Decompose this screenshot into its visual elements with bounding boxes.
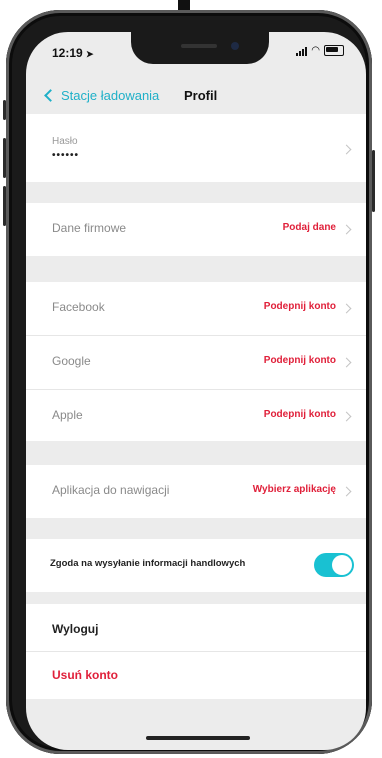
navigation-bar: Stacje ładowania Profil xyxy=(26,82,366,112)
status-icons: ◠ xyxy=(296,45,344,56)
company-row[interactable]: Dane firmowe Podaj dane xyxy=(26,203,366,256)
battery-icon xyxy=(324,45,344,56)
consent-label: Zgoda na wysyłanie informacji handlowych xyxy=(50,558,246,569)
google-label: Google xyxy=(52,354,91,368)
mute-switch xyxy=(3,100,6,120)
camera xyxy=(231,42,239,50)
password-label: Hasło xyxy=(52,136,78,147)
facebook-connect-link[interactable]: Podepnij konto xyxy=(264,301,336,312)
google-connect-link[interactable]: Podepnij konto xyxy=(264,355,336,366)
navigation-app-section: Aplikacja do nawigacji Wybierz aplikację xyxy=(26,465,366,518)
company-action[interactable]: Podaj dane xyxy=(283,222,336,233)
toggle-knob xyxy=(332,555,352,575)
back-button[interactable]: Stacje ładowania xyxy=(44,88,160,103)
navigation-app-action[interactable]: Wybierz aplikację xyxy=(253,484,336,495)
social-section: Facebook Podepnij konto Google Podepnij … xyxy=(26,282,366,441)
facebook-label: Facebook xyxy=(52,300,105,314)
chevron-right-icon xyxy=(341,144,352,155)
delete-account-button[interactable]: Usuń konto xyxy=(52,668,118,682)
home-indicator[interactable] xyxy=(146,736,250,740)
apple-connect-link[interactable]: Podepnij konto xyxy=(264,409,336,420)
password-value: •••••• xyxy=(52,150,80,161)
social-row-facebook[interactable]: Facebook Podepnij konto xyxy=(26,282,366,336)
signal-icon xyxy=(296,46,308,56)
chevron-right-icon xyxy=(341,411,352,422)
consent-row: Zgoda na wysyłanie informacji handlowych xyxy=(26,539,366,592)
apple-label: Apple xyxy=(52,408,83,422)
back-label: Stacje ładowania xyxy=(61,88,160,103)
power-button xyxy=(372,150,375,212)
page-title: Profil xyxy=(184,88,218,103)
speaker xyxy=(181,44,217,48)
company-section: Dane firmowe Podaj dane xyxy=(26,203,366,256)
location-arrow-icon: ➤ xyxy=(86,49,94,59)
volume-down-button xyxy=(3,186,6,226)
wifi-icon: ◠ xyxy=(311,45,320,56)
password-section: Hasło •••••• xyxy=(26,114,366,182)
logout-button[interactable]: Wyloguj xyxy=(52,622,98,636)
navigation-app-row[interactable]: Aplikacja do nawigacji Wybierz aplikację xyxy=(26,465,366,518)
chevron-right-icon xyxy=(341,357,352,368)
volume-up-button xyxy=(3,138,6,178)
status-time-text: 12:19 xyxy=(52,46,83,60)
delete-account-row[interactable]: Usuń konto xyxy=(26,652,366,699)
navigation-app-label: Aplikacja do nawigacji xyxy=(52,483,170,497)
company-label: Dane firmowe xyxy=(52,221,127,235)
status-time: 12:19 ➤ xyxy=(52,46,94,60)
consent-toggle[interactable] xyxy=(314,553,354,577)
social-row-google[interactable]: Google Podepnij konto xyxy=(26,336,366,390)
consent-section: Zgoda na wysyłanie informacji handlowych xyxy=(26,539,366,592)
logout-row[interactable]: Wyloguj xyxy=(26,604,366,652)
screen: 12:19 ➤ ◠ Stacje ładowania Profil Hasło … xyxy=(26,32,366,750)
chevron-right-icon xyxy=(341,303,352,314)
chevron-right-icon xyxy=(341,224,352,235)
chevron-left-icon xyxy=(44,89,57,102)
social-row-apple[interactable]: Apple Podepnij konto xyxy=(26,390,366,443)
account-section: Wyloguj Usuń konto xyxy=(26,604,366,699)
notch xyxy=(131,32,269,64)
phone-frame: 12:19 ➤ ◠ Stacje ładowania Profil Hasło … xyxy=(3,10,375,754)
password-row[interactable]: Hasło •••••• xyxy=(26,114,366,182)
chevron-right-icon xyxy=(341,486,352,497)
